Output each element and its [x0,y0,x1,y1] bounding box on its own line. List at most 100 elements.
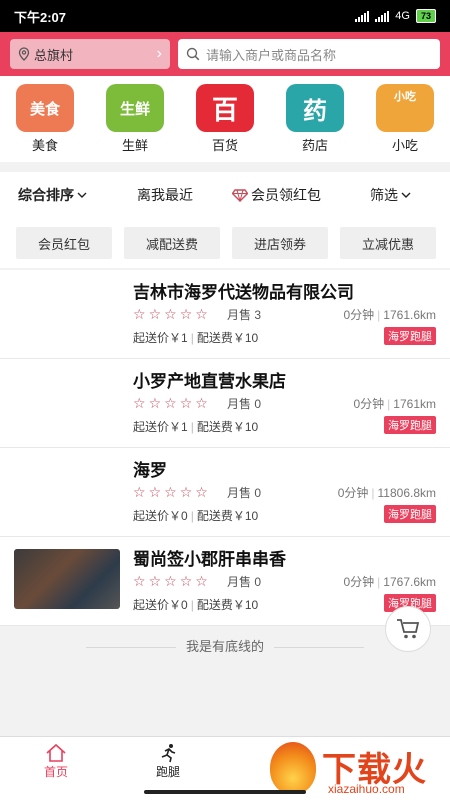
star-icon: ☆ [164,306,177,322]
watermark-site: xiazaihuo.com [328,782,405,796]
location-selector[interactable]: 总旗村 › [10,39,170,69]
rating-stars: ☆ ☆ ☆ ☆ ☆ [133,396,208,410]
chip-instant-discount[interactable]: 立减优惠 [340,227,436,259]
star-icon: ☆ [179,573,193,589]
monthly-sales: 月售 0 [227,397,262,411]
star-icon: ☆ [148,306,162,322]
status-time: 下午2:07 [14,9,67,25]
category-pharmacy[interactable]: 药 药店 [283,84,347,162]
star-icon: ☆ [195,395,208,411]
category-label: 美食 [31,138,58,153]
cart-button[interactable] [385,606,431,652]
chevron-right-icon: › [156,45,162,62]
time-distance: 0分钟 | 1761.6km [343,308,436,322]
star-icon: ☆ [133,573,146,589]
list-item[interactable]: 海罗 ☆ ☆ ☆ ☆ ☆ 月售 0 0分钟 | 11806.8km 起送价￥0 | 配送费￥10… [0,448,450,537]
category-food[interactable]: 美食 美食 [13,84,77,162]
store-name: 吉林市海罗代送物品有限公司 [133,283,354,302]
chip-reduced-delivery[interactable]: 减配送费 [124,227,220,259]
category-label: 生鲜 [121,138,148,153]
chevron-down-icon [401,192,411,198]
fees: 起送价￥1 | 配送费￥10 [133,331,259,345]
monthly-sales: 月售 3 [227,308,262,322]
star-icon: ☆ [179,395,193,411]
tab-errand[interactable]: 跑腿 [138,743,198,780]
category-department-store[interactable]: 百 百货 [193,84,257,162]
list-item[interactable]: 小罗产地直营水果店 ☆ ☆ ☆ ☆ ☆ 月售 0 0分钟 | 1761km 起送价￥1 | 配送… [0,359,450,448]
sort-comprehensive[interactable]: 综合排序 [18,185,87,205]
fresh-icon: 生鲜 [106,84,164,132]
sort-label: 综合排序 [18,187,74,203]
star-icon: ☆ [133,484,146,500]
filter-chips: 会员红包 减配送费 进店领券 立减优惠 [0,218,450,268]
cart-icon [397,619,420,639]
store-thumbnail [14,549,120,609]
rating-stars: ☆ ☆ ☆ ☆ ☆ [133,485,208,499]
snack-icon: 小吃 [376,84,434,132]
diamond-icon [232,188,248,202]
star-icon: ☆ [148,573,162,589]
time-distance: 0分钟 | 1767.6km [343,575,436,589]
location-label: 总旗村 [34,47,74,63]
chip-member-red-packet[interactable]: 会员红包 [16,227,112,259]
store-badge: 海罗跑腿 [384,505,436,523]
fees: 起送价￥0 | 配送费￥10 [133,509,259,523]
category-label: 百货 [211,138,238,153]
store-name: 蜀尚签小郡肝串串香 [133,550,286,569]
star-icon: ☆ [133,306,146,322]
fees: 起送价￥0 | 配送费￥10 [133,598,259,612]
search-icon [186,47,200,61]
end-of-list-text: 我是有底线的 [0,636,450,655]
star-icon: ☆ [148,484,162,500]
monthly-sales: 月售 0 [227,575,262,589]
pharmacy-icon: 药 [286,84,344,132]
star-icon: ☆ [133,395,146,411]
battery-icon: 73 [415,9,436,23]
star-icon: ☆ [148,395,162,411]
home-indicator [144,790,306,794]
fees: 起送价￥1 | 配送费￥10 [133,420,259,434]
list-item[interactable]: 吉林市海罗代送物品有限公司 ☆ ☆ ☆ ☆ ☆ 月售 3 0分钟 | 1761.6km 起送… [0,270,450,359]
store-name: 海罗 [133,461,167,480]
chevron-down-icon [77,192,87,198]
star-icon: ☆ [179,306,193,322]
store-list: 吉林市海罗代送物品有限公司 ☆ ☆ ☆ ☆ ☆ 月售 3 0分钟 | 1761.6km 起送… [0,270,450,626]
search-placeholder: 请输入商户或商品名称 [206,47,337,63]
sort-nearest[interactable]: 离我最近 [137,185,193,205]
star-icon: ☆ [179,484,193,500]
location-pin-icon [18,47,30,61]
sort-label: 离我最近 [137,187,193,203]
signal-icon-2 [375,10,390,22]
sort-bar: 综合排序 离我最近 会员领红包 筛选 [0,172,450,218]
member-red-packet[interactable]: 会员领红包 [232,185,321,205]
sort-label: 会员领红包 [251,187,321,203]
star-icon: ☆ [195,573,208,589]
sort-label: 筛选 [370,187,398,203]
tab-home[interactable]: 首页 [26,743,86,780]
star-icon: ☆ [164,484,177,500]
search-input[interactable]: 请输入商户或商品名称 [178,39,440,69]
status-bar: 下午2:07 4G 73 [0,0,450,32]
filter-button[interactable]: 筛选 [370,185,411,205]
flame-icon [270,742,316,794]
time-distance: 0分钟 | 1761km [353,397,436,411]
signal-icon [355,10,370,22]
store-name: 小罗产地直营水果店 [133,372,286,391]
list-item[interactable]: 蜀尚签小郡肝串串香 ☆ ☆ ☆ ☆ ☆ 月售 0 0分钟 | 1767.6km 起送价￥0 |… [0,537,450,626]
home-icon [46,743,66,762]
category-label: 小吃 [391,138,418,153]
category-fresh[interactable]: 生鲜 生鲜 [103,84,167,162]
star-icon: ☆ [195,306,208,322]
star-icon: ☆ [164,573,177,589]
category-label: 药店 [301,138,328,153]
monthly-sales: 月售 0 [227,486,262,500]
time-distance: 0分钟 | 11806.8km [337,486,436,500]
food-icon: 美食 [16,84,74,132]
star-icon: ☆ [195,484,208,500]
runner-icon [161,744,176,763]
chip-store-coupon[interactable]: 进店领券 [232,227,328,259]
star-icon: ☆ [164,395,177,411]
store-badge: 海罗跑腿 [384,416,436,434]
category-snack[interactable]: 小吃 小吃 [373,84,437,162]
status-icons: 4G 73 [355,9,436,23]
